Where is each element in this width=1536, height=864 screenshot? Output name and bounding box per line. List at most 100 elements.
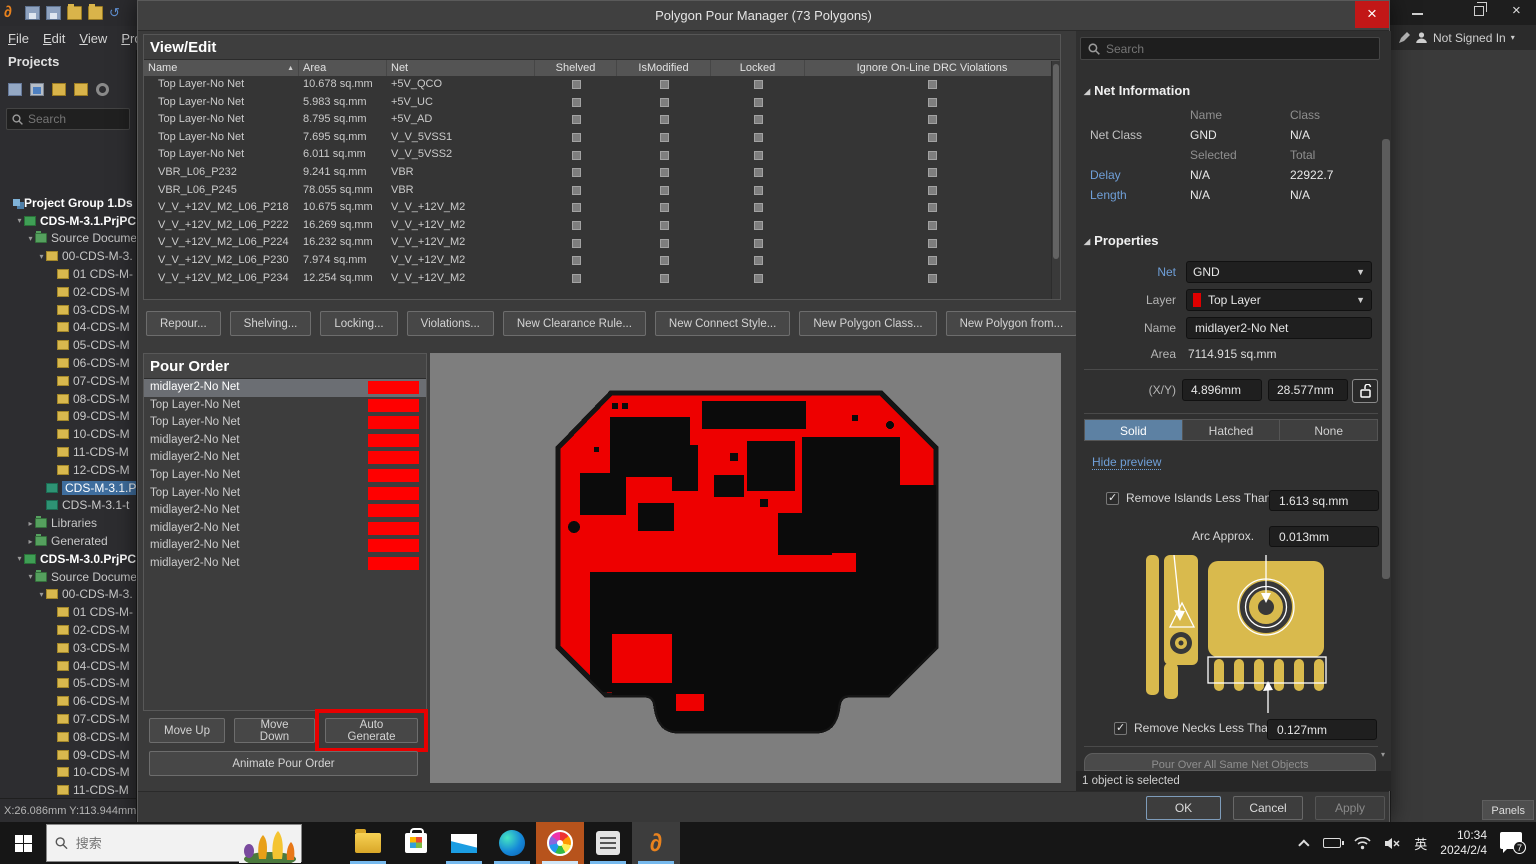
ignore-drc-checkbox[interactable]	[928, 80, 937, 89]
tree-item[interactable]: 06-CDS-M	[0, 692, 136, 710]
ismodified-checkbox[interactable]	[660, 133, 669, 142]
battery-icon[interactable]	[1323, 838, 1341, 848]
column-header-shelved[interactable]: Shelved	[535, 60, 617, 76]
ismodified-checkbox[interactable]	[660, 274, 669, 283]
pour-order-item[interactable]: midlayer2-No Net	[144, 379, 426, 397]
shelved-checkbox[interactable]	[572, 221, 581, 230]
tree-collapse-icon[interactable]: ▾	[26, 572, 35, 581]
pcb-preview-area[interactable]	[430, 353, 1061, 783]
pour-over-dropdown[interactable]: Pour Over All Same Net Objects	[1084, 753, 1376, 771]
collapse-icon[interactable]: ◢	[1084, 237, 1090, 246]
ismodified-checkbox[interactable]	[660, 98, 669, 107]
tree-item[interactable]: 05-CDS-M	[0, 675, 136, 693]
shelved-checkbox[interactable]	[572, 186, 581, 195]
tree-collapse-icon[interactable]: ▾	[37, 252, 46, 261]
x-coordinate-input[interactable]	[1182, 379, 1262, 401]
ismodified-checkbox[interactable]	[660, 151, 669, 160]
tree-collapse-icon[interactable]: ▾	[15, 216, 24, 225]
tree-item[interactable]: 02-CDS-M	[0, 621, 136, 639]
polygon-row[interactable]: Top Layer-No Net6.011 sq.mmV_V_5VSS2	[144, 146, 1060, 164]
properties-search-input[interactable]	[1106, 42, 1372, 56]
tree-expand-icon[interactable]: ▸	[26, 519, 35, 528]
pour-order-item[interactable]: midlayer2-No Net	[144, 537, 426, 555]
tree-collapse-icon[interactable]: ▾	[26, 234, 35, 243]
window-close-icon[interactable]: ×	[1512, 2, 1521, 19]
tree-item[interactable]: ▸Generated	[0, 532, 136, 550]
animate-pour-order-button[interactable]: Animate Pour Order	[149, 751, 418, 776]
tray-expand-icon[interactable]	[1298, 839, 1309, 850]
tree-item[interactable]: ▾Source Documen	[0, 230, 136, 248]
pour-order-item[interactable]: midlayer2-No Net	[144, 502, 426, 520]
search-folder-icon[interactable]	[52, 83, 66, 96]
ignore-drc-checkbox[interactable]	[928, 98, 937, 107]
remove-islands-checkbox[interactable]	[1106, 492, 1119, 505]
polygon-table-header[interactable]: Name▲AreaNetShelvedIsModifiedLockedIgnor…	[144, 60, 1060, 76]
tree-item[interactable]: 12-CDS-M	[0, 461, 136, 479]
taskbar-search[interactable]	[46, 824, 302, 862]
ignore-drc-checkbox[interactable]	[928, 168, 937, 177]
save-icon[interactable]	[25, 6, 40, 20]
new-connect-style-button[interactable]: New Connect Style...	[655, 311, 790, 336]
locking-button[interactable]: Locking...	[320, 311, 397, 336]
tree-item[interactable]: 03-CDS-M	[0, 301, 136, 319]
column-header-locked[interactable]: Locked	[711, 60, 805, 76]
locked-checkbox[interactable]	[754, 274, 763, 283]
ignore-drc-checkbox[interactable]	[928, 239, 937, 248]
polygon-row[interactable]: Top Layer-No Net7.695 sq.mmV_V_5VSS1	[144, 129, 1060, 147]
locked-checkbox[interactable]	[754, 203, 763, 212]
net-information-header[interactable]: ◢Net Information	[1084, 83, 1190, 98]
undo-icon[interactable]: ↺	[109, 6, 124, 20]
tree-item[interactable]: Project Group 1.Ds	[0, 194, 136, 212]
settings-gear-icon[interactable]	[96, 83, 109, 96]
polygon-row[interactable]: Top Layer-No Net5.983 sq.mm+5V_UC	[144, 94, 1060, 112]
tree-item[interactable]: CDS-M-3.1-t	[0, 497, 136, 515]
taskbar-store[interactable]	[392, 822, 440, 864]
ismodified-checkbox[interactable]	[660, 186, 669, 195]
remove-necks-value[interactable]: 0.127mm	[1267, 719, 1377, 740]
ignore-drc-checkbox[interactable]	[928, 151, 937, 160]
y-coordinate-input[interactable]	[1268, 379, 1348, 401]
ismodified-checkbox[interactable]	[660, 115, 669, 124]
locked-checkbox[interactable]	[754, 151, 763, 160]
open-icon[interactable]	[67, 6, 82, 20]
shelved-checkbox[interactable]	[572, 256, 581, 265]
ismodified-checkbox[interactable]	[660, 239, 669, 248]
ignore-drc-checkbox[interactable]	[928, 203, 937, 212]
taskbar-mail[interactable]	[440, 822, 488, 864]
column-header-area[interactable]: Area	[299, 60, 387, 76]
ismodified-checkbox[interactable]	[660, 256, 669, 265]
tree-item[interactable]: 07-CDS-M	[0, 710, 136, 728]
panel-scrollbar[interactable]: ▾	[1382, 67, 1390, 757]
remove-necks-checkbox[interactable]	[1114, 722, 1127, 735]
polygon-row[interactable]: Top Layer-No Net10.678 sq.mm+5V_QCO	[144, 76, 1060, 94]
properties-search-box[interactable]	[1080, 37, 1380, 60]
minimize-icon[interactable]	[1412, 13, 1423, 15]
pour-order-item[interactable]: midlayer2-No Net	[144, 555, 426, 573]
locked-checkbox[interactable]	[754, 133, 763, 142]
pour-order-item[interactable]: midlayer2-No Net	[144, 520, 426, 538]
pour-order-item[interactable]: Top Layer-No Net	[144, 414, 426, 432]
column-header-ignore-on-line-drc-violations[interactable]: Ignore On-Line DRC Violations	[805, 60, 1060, 76]
tree-collapse-icon[interactable]: ▾	[37, 590, 46, 599]
new-polygon-class-button[interactable]: New Polygon Class...	[799, 311, 936, 336]
tree-item[interactable]: 10-CDS-M	[0, 764, 136, 782]
column-header-net[interactable]: Net	[387, 60, 535, 76]
locked-checkbox[interactable]	[754, 239, 763, 248]
open-project-icon[interactable]	[88, 6, 103, 20]
hide-preview-link[interactable]: Hide preview	[1092, 455, 1161, 470]
taskbar-notes-app[interactable]	[584, 822, 632, 864]
tree-item[interactable]: 08-CDS-M	[0, 728, 136, 746]
polygon-name-input[interactable]	[1186, 317, 1372, 339]
column-header-ismodified[interactable]: IsModified	[617, 60, 711, 76]
net-label[interactable]: Net	[1076, 261, 1176, 283]
tree-item[interactable]: 03-CDS-M	[0, 639, 136, 657]
ismodified-checkbox[interactable]	[660, 221, 669, 230]
locked-checkbox[interactable]	[754, 98, 763, 107]
ignore-drc-checkbox[interactable]	[928, 221, 937, 230]
save-project-icon[interactable]	[8, 83, 22, 96]
polygon-row[interactable]: V_V_+12V_M2_L06_P22416.232 sq.mmV_V_+12V…	[144, 234, 1060, 252]
ignore-drc-checkbox[interactable]	[928, 133, 937, 142]
ignore-drc-checkbox[interactable]	[928, 256, 937, 265]
tree-item[interactable]: 01 CDS-M-	[0, 265, 136, 283]
new-clearance-rule-button[interactable]: New Clearance Rule...	[503, 311, 646, 336]
